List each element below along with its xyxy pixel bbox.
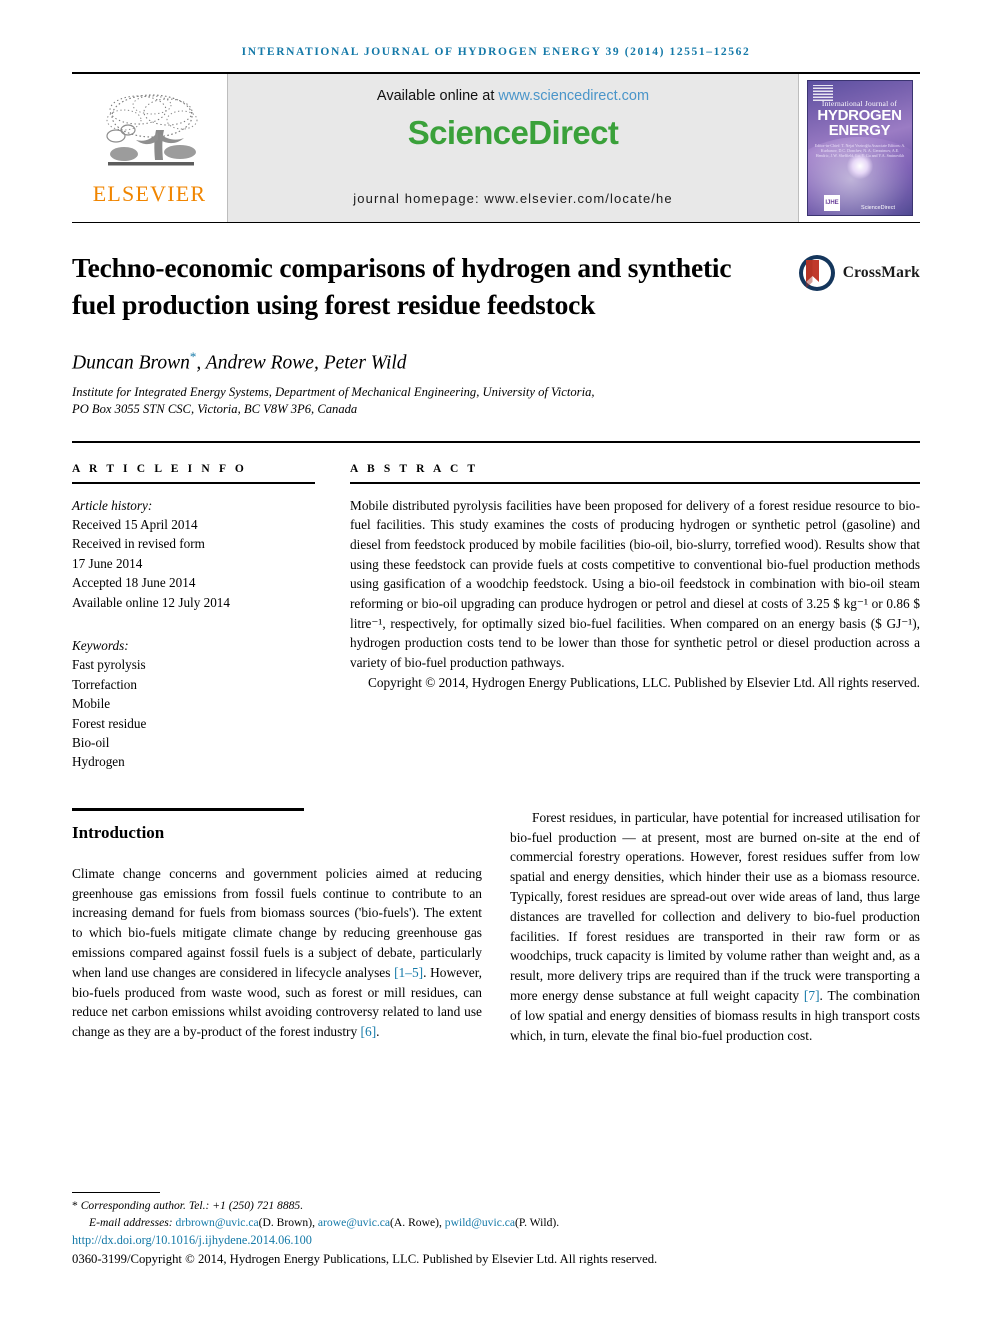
email-addresses-label: E-mail addresses: — [89, 1215, 173, 1229]
keyword-item: Forest residue — [72, 715, 147, 731]
citation-ref[interactable]: [1–5] — [394, 965, 423, 980]
citation-ref[interactable]: [7] — [804, 988, 820, 1003]
email-link[interactable]: pwild@uvic.ca — [445, 1216, 515, 1229]
introduction-paragraph-left: Climate change concerns and government p… — [72, 864, 482, 1042]
crossmark-badge-icon — [798, 255, 835, 291]
journal-cover-block: International Journal of HYDROGEN ENERGY… — [798, 74, 920, 222]
email-link[interactable]: arowe@uvic.ca — [318, 1216, 390, 1229]
keyword-item: Fast pyrolysis — [72, 657, 146, 673]
doi-link[interactable]: http://dx.doi.org/10.1016/j.ijhydene.201… — [72, 1233, 920, 1248]
abstract-heading: A B S T R A C T — [350, 462, 479, 475]
history-item: Received 15 April 2014 — [72, 516, 198, 532]
intro-right-text-a: Forest residues, in particular, have pot… — [510, 809, 920, 1003]
title-block: Techno-economic comparisons of hydrogen … — [72, 249, 920, 323]
keyword-item: Hydrogen — [72, 754, 125, 770]
available-online-text: Available online at — [376, 88, 499, 104]
keyword-item: Bio-oil — [72, 734, 110, 750]
corresponding-author-note: * Corresponding author. Tel.: +1 (250) 7… — [72, 1198, 920, 1214]
author-first: Duncan Brown — [72, 352, 190, 374]
history-item: Accepted 18 June 2014 — [72, 575, 196, 591]
sciencedirect-logo: ScienceDirect — [407, 114, 619, 151]
article-info-rule — [72, 481, 315, 484]
cover-bottom-row: IJHE ScienceDirect — [808, 195, 912, 211]
history-item: 17 June 2014 — [72, 555, 143, 571]
elsevier-logo-block: ELSEVIER — [72, 74, 228, 222]
footnote-rule — [72, 1192, 160, 1194]
abstract-text: Mobile distributed pyrolysis facilities … — [350, 497, 920, 671]
abstract-copyright: Copyright © 2014, Hydrogen Energy Public… — [367, 674, 920, 690]
available-online-line: Available online at www.sciencedirect.co… — [377, 88, 649, 104]
intro-text-a: Climate change concerns and government p… — [72, 865, 482, 980]
sciencedirect-url[interactable]: www.sciencedirect.com — [498, 88, 649, 104]
cover-ijhe-mark: IJHE — [824, 195, 841, 211]
elsevier-wordmark: ELSEVIER — [92, 180, 207, 206]
citation-ref[interactable]: [6] — [361, 1024, 377, 1039]
keyword-item: Mobile — [72, 696, 111, 712]
introduction-rule — [72, 807, 304, 811]
email-owner: (D. Brown) — [258, 1215, 313, 1229]
author-list: Duncan Brown*, Andrew Rowe, Peter Wild — [72, 349, 920, 375]
email-link[interactable]: drbrown@uvic.ca — [176, 1216, 259, 1229]
abstract-rule — [350, 481, 920, 484]
info-abstract-section: A R T I C L E I N F O Article history: R… — [72, 440, 920, 772]
cover-sciencedirect-mark: ScienceDirect — [861, 205, 895, 211]
body-column-left: Introduction Climate change concerns and… — [72, 807, 482, 1056]
email-owner: (A. Rowe) — [390, 1215, 439, 1229]
article-history: Article history: Received 15 April 2014 … — [72, 496, 322, 612]
email-owner: (P. Wild) — [515, 1215, 557, 1229]
running-head: INTERNATIONAL JOURNAL OF HYDROGEN ENERGY… — [241, 46, 751, 58]
cover-title-large: HYDROGEN ENERGY — [808, 108, 912, 138]
journal-homepage-line[interactable]: journal homepage: www.elsevier.com/locat… — [228, 191, 798, 206]
body-column-right: Forest residues, in particular, have pot… — [510, 808, 920, 1056]
article-info-heading: A R T I C L E I N F O — [72, 462, 247, 475]
keyword-item: Torrefaction — [72, 676, 137, 692]
journal-masthead: ELSEVIER Available online at www.science… — [72, 72, 920, 223]
email-addresses-note: E-mail addresses: drbrown@uvic.ca(D. Bro… — [89, 1215, 560, 1229]
cover-glow-decoration — [847, 153, 874, 180]
keywords-block: Keywords: Fast pyrolysis Torrefaction Mo… — [72, 636, 322, 772]
journal-cover-image: International Journal of HYDROGEN ENERGY… — [806, 80, 913, 216]
abstract-column: A B S T R A C T Mobile distributed pyrol… — [350, 463, 920, 772]
footnote-block: * Corresponding author. Tel.: +1 (250) 7… — [72, 1192, 920, 1267]
page-title: Techno-economic comparisons of hydrogen … — [72, 252, 732, 320]
history-item: Received in revised form — [72, 536, 205, 552]
sciencedirect-banner: Available online at www.sciencedirect.co… — [228, 74, 798, 222]
affiliation-line-1: Institute for Integrated Energy Systems,… — [72, 384, 595, 399]
elsevier-tree-logo — [105, 93, 197, 165]
keywords-label: Keywords: — [72, 637, 129, 653]
corresponding-author-star: * — [72, 1199, 78, 1213]
affiliation-line-2: PO Box 3055 STN CSC, Victoria, BC V8W 3P… — [72, 402, 358, 416]
introduction-paragraph-right: Forest residues, in particular, have pot… — [510, 808, 920, 1046]
crossmark-badge[interactable]: CrossMark — [797, 253, 920, 293]
history-item: Available online 12 July 2014 — [72, 594, 230, 610]
body-columns: Introduction Climate change concerns and… — [72, 807, 920, 1056]
authors-remaining: , Andrew Rowe, Peter Wild — [196, 352, 407, 374]
introduction-heading: Introduction — [72, 822, 165, 842]
affiliation: Institute for Integrated Energy Systems,… — [72, 384, 752, 419]
intro-text-c: . — [376, 1024, 380, 1040]
article-info-column: A R T I C L E I N F O Article history: R… — [72, 463, 322, 772]
corresponding-author-text: Corresponding author. Tel.: +1 (250) 721… — [80, 1199, 304, 1213]
cover-title-line1: HYDROGEN — [817, 107, 902, 124]
paper-page: INTERNATIONAL JOURNAL OF HYDROGEN ENERGY… — [0, 0, 992, 1323]
article-history-label: Article history: — [72, 497, 153, 513]
crossmark-label: CrossMark — [842, 264, 920, 281]
issn-copyright-line: 0360-3199/Copyright © 2014, Hydrogen Ene… — [72, 1252, 658, 1266]
cover-title-line2: ENERGY — [828, 122, 891, 139]
